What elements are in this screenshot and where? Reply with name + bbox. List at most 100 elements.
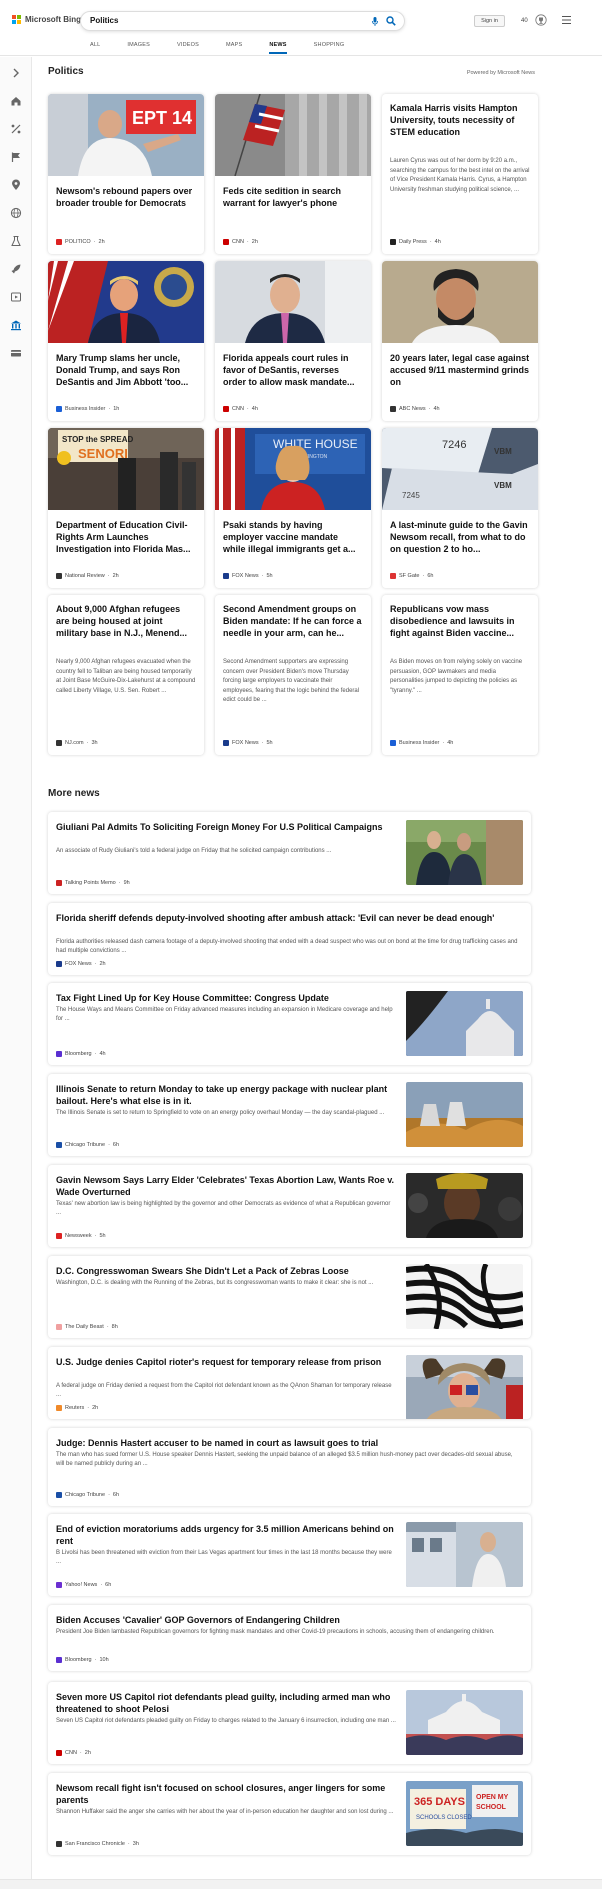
location-icon[interactable] [10,179,22,191]
news-card-source[interactable]: National Review · 2h [56,573,119,579]
news-card-title[interactable]: Newsom's rebound papers over broader tro… [56,185,196,221]
rewards-points[interactable]: 40 [521,18,528,24]
news-card-source[interactable]: NJ.com · 3h [56,740,98,746]
globe-icon[interactable] [10,207,22,219]
more-news-source[interactable]: Bloomberg · 4h [56,1051,106,1057]
nav-tab-shopping[interactable]: SHOPPING [314,42,345,54]
news-card-title[interactable]: 20 years later, legal case against accus… [390,352,530,388]
more-news-source[interactable]: Newsweek · 5h [56,1233,106,1239]
news-card-source[interactable]: CNN · 4h [223,406,258,412]
more-news-source[interactable]: Chicago Tribune · 6h [56,1492,119,1498]
more-news-source[interactable]: FOX News · 2h [56,961,106,967]
news-card-image[interactable]: STOP the SPREADSENORI [48,428,204,510]
news-card-source[interactable]: Business Insider · 4h [390,740,453,746]
news-card[interactable]: Republicans vow mass disobedience and la… [382,595,538,755]
more-news-title-link[interactable]: Tax Fight Lined Up for Key House Committ… [56,992,396,1004]
news-card-image[interactable] [215,261,371,343]
search-input[interactable] [90,16,330,25]
more-news-source[interactable]: CNN · 2h [56,1750,91,1756]
more-news-thumbnail[interactable] [406,1690,523,1755]
news-card[interactable]: WHITE HOUSE WASHINGTON Psaki stands by hav… [215,428,371,588]
news-card-title[interactable]: Second Amendment groups on Biden mandate… [223,603,363,651]
flag-icon[interactable] [10,151,22,163]
more-news-source[interactable]: Reuters · 2h [56,1405,98,1411]
news-card[interactable]: 7246 7245 VBM VBM A last-minute guide to the… [382,428,538,588]
more-news-source[interactable]: Bloomberg · 10h [56,1657,109,1663]
more-news-thumbnail[interactable] [406,1264,523,1329]
microphone-icon[interactable] [372,17,378,26]
news-card-image[interactable] [382,261,538,343]
more-news-title-link[interactable]: Illinois Senate to return Monday to take… [56,1083,396,1107]
home-icon[interactable] [10,95,22,107]
news-card[interactable]: Mary Trump slams her uncle, Donald Trump… [48,261,204,421]
news-card[interactable]: Kamala Harris visits Hampton University,… [382,94,538,254]
news-card-image[interactable]: EPT 14 [48,94,204,176]
expand-icon[interactable] [10,67,22,79]
more-news-source[interactable]: Chicago Tribune · 6h [56,1142,119,1148]
nav-tab-maps[interactable]: MAPS [226,42,242,54]
more-news-thumbnail[interactable] [406,820,523,885]
news-card-source[interactable]: CNN · 2h [223,239,258,245]
sports-icon[interactable] [10,123,22,135]
more-news-title-link[interactable]: Giuliani Pal Admits To Soliciting Foreig… [56,821,396,833]
news-card-source[interactable]: FOX News · 5h [223,573,273,579]
signin-button[interactable]: Sign in [474,15,505,27]
rewards-trophy-icon[interactable] [535,14,547,26]
more-news-item[interactable]: D.C. Congresswoman Swears She Didn't Let… [48,1256,531,1338]
more-news-title-link[interactable]: Judge: Dennis Hastert accuser to be name… [56,1437,521,1449]
more-news-item[interactable]: Tax Fight Lined Up for Key House Committ… [48,983,531,1065]
news-card-title[interactable]: A last-minute guide to the Gavin Newsom … [390,519,530,555]
news-card-image[interactable]: 7246 7245 VBM VBM [382,428,538,510]
news-card-title[interactable]: Kamala Harris visits Hampton University,… [390,102,530,150]
more-news-thumbnail[interactable]: 365 DAYS SCHOOLS CLOSED OPEN MY SCHOOL [406,1781,523,1846]
more-news-thumbnail[interactable] [406,1082,523,1147]
more-news-title-link[interactable]: U.S. Judge denies Capitol rioter's reque… [56,1356,396,1368]
more-news-item[interactable]: Judge: Dennis Hastert accuser to be name… [48,1428,531,1506]
news-card[interactable]: EPT 14 Newsom's rebound papers over broad… [48,94,204,254]
news-card[interactable]: About 9,000 Afghan refugees are being ho… [48,595,204,755]
more-news-title-link[interactable]: Florida sheriff defends deputy-involved … [56,912,521,924]
more-news-item[interactable]: Illinois Senate to return Monday to take… [48,1074,531,1156]
more-news-thumbnail[interactable] [406,1355,523,1419]
news-card[interactable]: Second Amendment groups on Biden mandate… [215,595,371,755]
more-news-item[interactable]: Gavin Newsom Says Larry Elder 'Celebrate… [48,1165,531,1247]
more-news-item[interactable]: Florida sheriff defends deputy-involved … [48,903,531,975]
news-card-source[interactable]: SF Gate · 6h [390,573,433,579]
more-news-source[interactable]: Yahoo! News · 6h [56,1582,111,1588]
more-news-item[interactable]: Seven more US Capitol riot defendants pl… [48,1682,531,1764]
more-news-source[interactable]: San Francisco Chronicle · 3h [56,1841,139,1847]
nav-tab-news[interactable]: NEWS [269,42,287,54]
more-news-source[interactable]: The Daily Beast · 8h [56,1324,118,1330]
news-card-title[interactable]: Feds cite sedition in search warrant for… [223,185,363,221]
more-news-source[interactable]: Talking Points Memo · 9h [56,880,130,886]
bing-logo[interactable]: Microsoft Bing [12,15,81,24]
more-news-title-link[interactable]: End of eviction moratoriums adds urgency… [56,1523,396,1547]
news-card[interactable]: Feds cite sedition in search warrant for… [215,94,371,254]
more-news-title-link[interactable]: Newsom recall fight isn't focused on sch… [56,1782,396,1806]
video-icon[interactable] [10,291,22,303]
menu-icon[interactable] [562,16,571,24]
news-card-source[interactable]: ABC News · 4h [390,406,440,412]
more-news-thumbnail[interactable] [406,1173,523,1238]
more-news-item[interactable]: Biden Accuses 'Cavalier' GOP Governors o… [48,1605,531,1671]
more-news-title-link[interactable]: Biden Accuses 'Cavalier' GOP Governors o… [56,1614,521,1626]
more-news-title-link[interactable]: Seven more US Capitol riot defendants pl… [56,1691,396,1715]
news-card-source[interactable]: POLITICO · 2h [56,239,105,245]
nav-tab-videos[interactable]: VIDEOS [177,42,199,54]
more-news-item[interactable]: U.S. Judge denies Capitol rioter's reque… [48,1347,531,1419]
news-card-image[interactable] [215,94,371,176]
more-news-thumbnail[interactable] [406,1522,523,1587]
more-news-item[interactable]: Giuliani Pal Admits To Soliciting Foreig… [48,812,531,894]
news-card-source[interactable]: Daily Press · 4h [390,239,441,245]
news-card-title[interactable]: Psaki stands by having employer vaccine … [223,519,363,555]
news-card[interactable]: 20 years later, legal case against accus… [382,261,538,421]
more-news-item[interactable]: End of eviction moratoriums adds urgency… [48,1514,531,1596]
powered-by[interactable]: Powered by Microsoft News [467,70,535,76]
science-icon[interactable] [10,235,22,247]
news-card[interactable]: Florida appeals court rules in favor of … [215,261,371,421]
news-card-title[interactable]: Department of Education Civil-Rights Arm… [56,519,196,555]
news-card-title[interactable]: Republicans vow mass disobedience and la… [390,603,530,651]
rocket-icon[interactable] [10,263,22,275]
news-card-title[interactable]: About 9,000 Afghan refugees are being ho… [56,603,196,651]
news-card[interactable]: STOP the SPREAD SENORI Department of Educa… [48,428,204,588]
